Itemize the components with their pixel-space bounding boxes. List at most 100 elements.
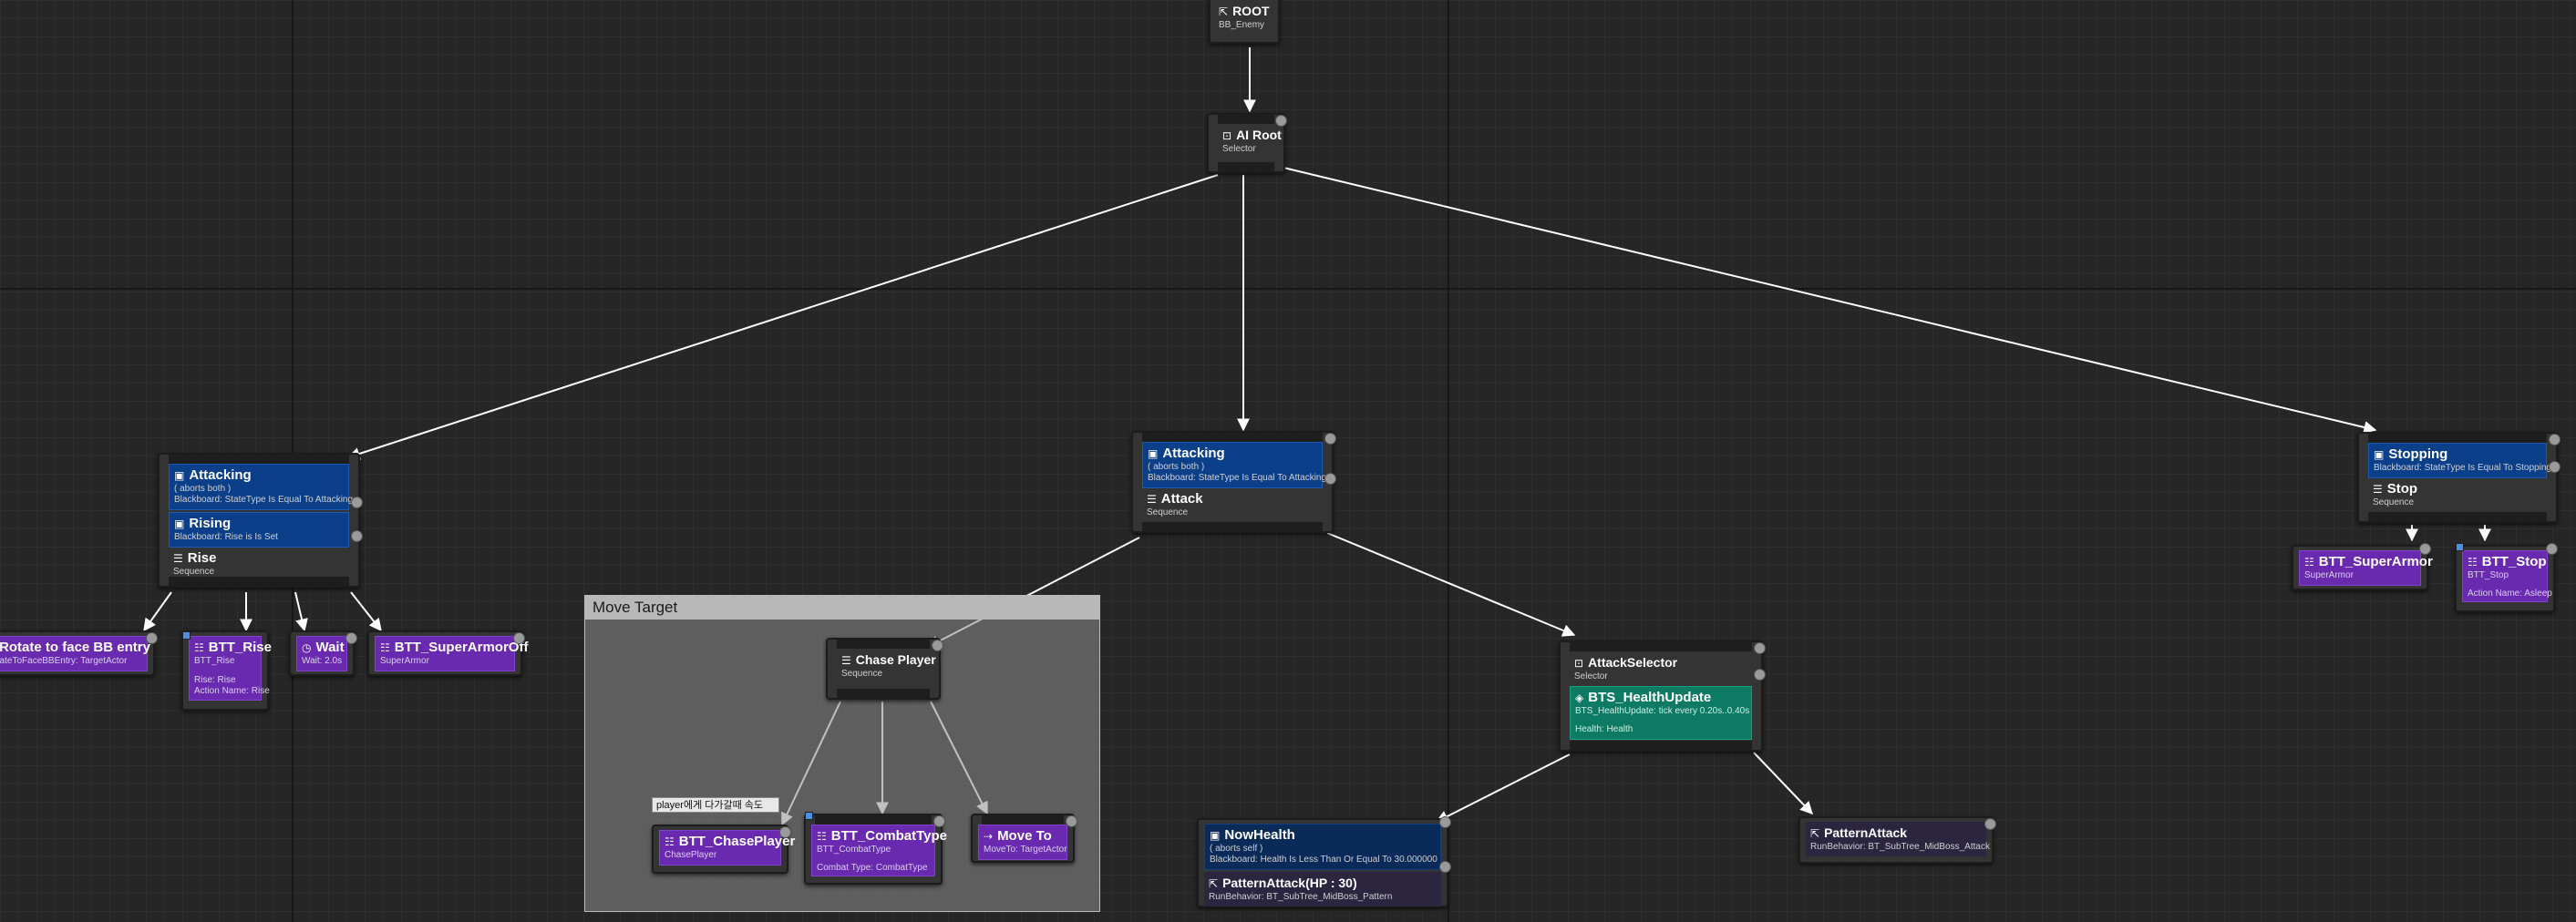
service-icon: ◈ [1575, 692, 1584, 704]
chase-player-sub: Sequence [841, 669, 883, 679]
now-health-node[interactable]: ▣ NowHealth ( aborts self ) Blackboard: H… [1197, 816, 1451, 907]
btt-superarmor-node[interactable]: ☷ BTT_SuperArmor SuperArmor [2292, 543, 2433, 590]
now-health-title: NowHealth [1224, 827, 1295, 843]
attack-selector-pin2[interactable] [1754, 669, 1766, 681]
now-health-pin2[interactable] [1439, 861, 1451, 873]
move-to-node[interactable]: ⇢ Move To MoveTo: TargetActor [971, 814, 1077, 863]
now-health-pin[interactable] [1439, 816, 1451, 828]
pattern-attack-node[interactable]: ⇱ PatternAttack RunBehavior: BT_SubTree_M… [1798, 816, 1996, 864]
tree-icon: ⇱ [1219, 5, 1229, 18]
btt-chase-title: BTT_ChasePlayer [678, 834, 796, 849]
health-update-l1: BTS_HealthUpdate: tick every 0.20s..0.40… [1575, 706, 1750, 716]
health-update-l2: Health: Health [1575, 724, 1633, 734]
now-health-l2: Blackboard: Health Is Less Than Or Equal… [1210, 855, 1437, 865]
attack-selector-sub: Selector [1574, 671, 1608, 681]
mid-dec-pin[interactable] [1324, 473, 1336, 485]
btt-rise-l2: Action Name: Rise [194, 686, 270, 696]
right-comp-sub: Sequence [2373, 497, 2415, 507]
rise-sequence-node[interactable]: ▣ Attacking ( aborts both ) Blackboard: S… [158, 453, 363, 588]
task-icon: ☷ [2304, 556, 2314, 569]
rotate-title: Rotate to face BB entry [0, 640, 150, 655]
task-icon: ☷ [665, 835, 675, 848]
btt-stop-node[interactable]: ☷ BTT_Stop BTT_Stop Action Name: Asleep [2455, 543, 2558, 612]
ai-root-node[interactable]: ⊡ AI Root Selector [1207, 113, 1287, 173]
move-to-pin[interactable] [1066, 815, 1077, 827]
comment-tag[interactable]: player에게 다가갈때 속도 [652, 797, 779, 813]
task-icon: ☷ [380, 641, 390, 654]
superarmor-off-node[interactable]: ☷ BTT_SuperArmorOff SuperArmor [367, 630, 528, 676]
run-behavior-icon: ⇱ [1209, 877, 1219, 890]
wire-selector-pattern [1753, 752, 1813, 815]
wire-rise-rotate [143, 591, 172, 632]
left-dec1-title: Attacking [189, 467, 252, 483]
pattern-attack-sub: RunBehavior: BT_SubTree_MidBoss_Attack [1810, 842, 1990, 852]
ai-root-pin[interactable] [1275, 115, 1287, 127]
btt-rise-node[interactable]: ☷ BTT_Rise BTT_Rise Rise: Rise Action Nam… [181, 630, 272, 711]
health-update-title: BTS_HealthUpdate [1588, 690, 1712, 705]
mid-top-pin[interactable] [1324, 433, 1336, 445]
wait-pin[interactable] [345, 632, 357, 644]
left-dec2-l1: Blackboard: Rise is Is Set [174, 532, 278, 542]
decorator-icon: ▣ [174, 517, 185, 530]
combat-type-breakpoint[interactable] [805, 812, 813, 820]
chase-player-pin[interactable] [932, 640, 943, 651]
mid-dec-title: Attacking [1162, 446, 1225, 461]
attack-selector-pin[interactable] [1754, 642, 1766, 654]
combat-type-pin[interactable] [933, 815, 945, 827]
selector-icon: ⊡ [1222, 129, 1232, 142]
left-dec2-title: Rising [189, 516, 232, 531]
clock-icon: ◷ [302, 641, 312, 654]
wire-rise-wait [294, 591, 308, 632]
rotate-sub: RotateToFaceBBEntry: TargetActor [0, 656, 128, 666]
left-comp-sub: Sequence [173, 567, 215, 577]
btt-chase-player-node[interactable]: ☷ BTT_ChasePlayer ChasePlayer [652, 825, 795, 874]
attack-selector-title: AttackSelector [1588, 655, 1678, 670]
btt-stop-pin[interactable] [2546, 543, 2558, 555]
btt-stop-breakpoint[interactable] [2456, 543, 2464, 551]
btt-superarmor-title: BTT_SuperArmor [2318, 554, 2433, 569]
chase-player-title: Chase Player [855, 652, 936, 667]
move-icon: ⇢ [984, 830, 994, 843]
wait-node[interactable]: ◷ Wait Wait: 2.0s [289, 630, 357, 676]
combat-type-title: BTT_CombatType [830, 828, 947, 844]
left-dec1-l2: Blackboard: StateType Is Equal To Attack… [174, 495, 354, 505]
stop-sequence-node[interactable]: ▣ Stopping Blackboard: StateType Is Equal… [2357, 432, 2561, 523]
superarmor-off-pin[interactable] [513, 632, 525, 644]
combat-type-l1: Combat Type: CombatType [817, 863, 928, 873]
btt-stop-title: BTT_Stop [2481, 554, 2547, 569]
rotate-task-node[interactable]: ⇱Rotate to face BB entry RotateToFaceBBE… [0, 630, 158, 676]
btt-chase-pin[interactable] [779, 826, 791, 838]
pattern-hp-sub: RunBehavior: BT_SubTree_MidBoss_Pattern [1209, 892, 1393, 902]
decorator-icon: ▣ [1148, 447, 1159, 460]
wire-airoot-right [1283, 167, 2377, 434]
btt-chase-sub: ChasePlayer [665, 850, 717, 860]
rotate-pin[interactable] [146, 632, 158, 644]
pattern-attack-title: PatternAttack [1824, 825, 1908, 840]
root-node[interactable]: ⇱ ROOT BB_Enemy [1209, 0, 1280, 44]
btt-superarmor-sub: SuperArmor [2304, 570, 2354, 580]
chase-player-node[interactable]: ☰ Chase Player Sequence [826, 638, 943, 700]
btt-rise-sub: BTT_Rise [194, 656, 235, 666]
btt-superarmor-pin[interactable] [2419, 543, 2431, 555]
wait-title: Wait [315, 640, 345, 655]
superarmor-off-title: BTT_SuperArmorOff [394, 640, 529, 655]
pattern-attack-pin[interactable] [1984, 818, 1996, 830]
btt-combat-type-node[interactable]: ☷ BTT_CombatType BTT_CombatType Combat Ty… [804, 812, 947, 885]
right-dec-l1: Blackboard: StateType Is Equal To Stoppi… [2374, 463, 2551, 473]
right-top-pin[interactable] [2549, 434, 2561, 446]
btt-rise-breakpoint[interactable] [182, 631, 191, 640]
attack-sequence-node[interactable]: ▣ Attacking ( aborts both ) Blackboard: S… [1131, 431, 1336, 533]
left-dec1-pin[interactable] [351, 497, 363, 508]
left-dec2-pin[interactable] [351, 530, 363, 542]
right-dec-pin[interactable] [2549, 461, 2561, 473]
attack-selector-node[interactable]: ⊡ AttackSelector Selector ◈ BTS_HealthUpda… [1559, 640, 1766, 752]
sequence-icon: ☰ [2373, 483, 2383, 496]
wire-airoot-left [346, 174, 1219, 460]
decorator-icon: ▣ [174, 469, 185, 482]
root-sub: BB_Enemy [1219, 20, 1265, 30]
btt-stop-l1: Action Name: Asleep [2468, 589, 2552, 599]
selector-icon: ⊡ [1574, 657, 1584, 670]
wait-sub: Wait: 2.0s [302, 656, 343, 666]
decorator-icon: ▣ [1210, 829, 1221, 842]
right-dec-title: Stopping [2388, 446, 2448, 462]
